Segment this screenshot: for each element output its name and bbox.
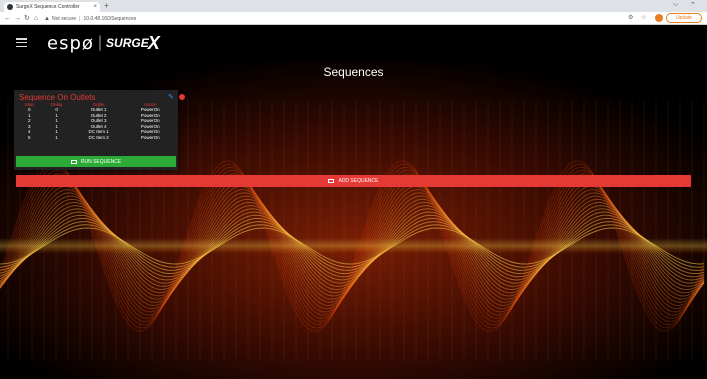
hamburger-menu-icon[interactable]: [16, 38, 27, 47]
app-header: espø | SURGE X: [0, 26, 707, 60]
forward-icon[interactable]: →: [14, 14, 21, 23]
minimize-icon[interactable]: ⌵: [673, 1, 678, 9]
delete-icon[interactable]: [179, 94, 185, 100]
url-path: 10.0.48.160/Sequences: [83, 15, 137, 22]
browser-tab[interactable]: SurgeX Sequence Controller ×: [4, 2, 100, 12]
logo-surge: SURGE: [106, 36, 149, 50]
step-cell: 5: [27, 134, 31, 140]
logo-separator: |: [97, 34, 103, 51]
delay-cell: 1: [55, 134, 58, 140]
key-icon[interactable]: ⚙: [628, 14, 633, 21]
update-button[interactable]: Update: [666, 13, 702, 23]
warning-icon: ▲: [44, 15, 50, 22]
sequence-card: Sequence On Outlets ✎ Step Delay Outlet …: [14, 90, 185, 170]
address-bar: ← → ↻ ⌂ ▲ Not secure | 10.0.48.160/Seque…: [0, 12, 707, 25]
outlet-cell: DC Item 2: [88, 134, 109, 140]
logo: espø | SURGE X: [47, 32, 160, 54]
add-sequence-label: ADD SEQUENCE: [338, 178, 379, 184]
browser-tab-bar: SurgeX Sequence Controller × + ⌵ ⌃: [0, 0, 707, 12]
screen-icon: [70, 159, 77, 164]
url-field[interactable]: ▲ Not secure | 10.0.48.160/Sequences: [44, 14, 136, 23]
expand-icon[interactable]: ⌃: [690, 1, 696, 9]
new-tab-button[interactable]: +: [104, 1, 109, 10]
back-icon[interactable]: ←: [4, 14, 11, 23]
action-cell: PowerOn: [140, 134, 160, 140]
edit-icon[interactable]: ✎: [168, 93, 174, 101]
screen-icon: [328, 179, 335, 183]
logo-espo: espø: [47, 32, 94, 54]
add-sequence-button[interactable]: ADD SEQUENCE: [16, 175, 691, 187]
run-sequence-label: RUN SEQUENCE: [80, 158, 122, 165]
sequence-title: Sequence On Outlets: [19, 93, 96, 102]
home-icon[interactable]: ⌂: [34, 14, 38, 23]
reload-icon[interactable]: ↻: [24, 14, 30, 23]
star-icon[interactable]: ☆: [641, 14, 646, 21]
profile-avatar[interactable]: [655, 14, 663, 22]
url-separator: |: [79, 15, 81, 22]
url-security-label: Not secure: [51, 15, 77, 22]
favicon-icon: [7, 4, 13, 10]
tab-title: SurgeX Sequence Controller: [16, 4, 80, 10]
table-row: 5 1 DC Item 2 PowerOn: [17, 135, 175, 141]
sequence-table: Step Delay Outlet Action 0 0 Outlet 1 Po…: [17, 102, 175, 141]
run-sequence-button[interactable]: RUN SEQUENCE: [16, 156, 176, 167]
page-title: Sequences: [323, 65, 384, 79]
tab-close-icon[interactable]: ×: [93, 4, 97, 10]
logo-x: X: [147, 32, 160, 53]
